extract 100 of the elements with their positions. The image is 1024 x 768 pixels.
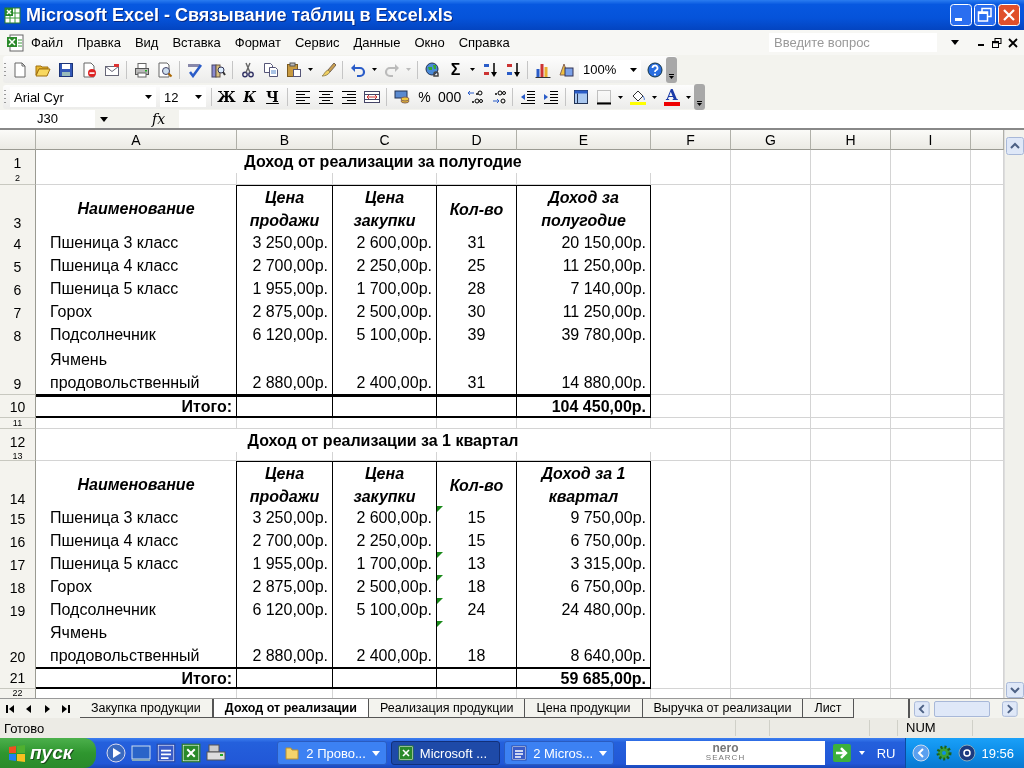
- column-header[interactable]: H: [811, 130, 891, 150]
- percent-button[interactable]: %: [413, 86, 436, 108]
- caret-icon[interactable]: [308, 68, 313, 71]
- language-indicator[interactable]: RU: [876, 745, 896, 761]
- grid-cell[interactable]: [437, 395, 517, 418]
- row-header[interactable]: 20: [0, 621, 36, 667]
- search-field[interactable]: nero SEARCH: [626, 741, 825, 765]
- font-dropdown[interactable]: Arial Cyr: [10, 87, 156, 107]
- start-button[interactable]: пуск: [0, 738, 97, 768]
- decrease-indent-icon[interactable]: [519, 89, 536, 105]
- caret-icon[interactable]: [100, 116, 108, 122]
- scroll-up-icon[interactable]: [1006, 137, 1024, 155]
- restore-icon[interactable]: [992, 37, 1002, 48]
- row-header[interactable]: 9: [0, 346, 36, 395]
- menu-item[interactable]: Справка: [451, 32, 517, 53]
- spreadsheet-icon[interactable]: [181, 743, 202, 763]
- menu-item[interactable]: Данные: [346, 32, 408, 53]
- redo-icon[interactable]: [383, 61, 400, 78]
- restricted-document-icon[interactable]: [80, 61, 97, 78]
- paintbrush-icon[interactable]: [319, 61, 336, 78]
- copy-icon[interactable]: [262, 61, 279, 78]
- sheet-tab[interactable]: Закупка продукции: [80, 699, 213, 718]
- circle-icon[interactable]: [958, 744, 977, 762]
- caret-icon[interactable]: [652, 95, 658, 99]
- globe-icon[interactable]: [424, 61, 441, 78]
- row-header[interactable]: 18: [0, 575, 36, 598]
- column-header[interactable]: E: [517, 130, 651, 150]
- caret-icon[interactable]: [470, 68, 475, 71]
- caret-icon[interactable]: [618, 95, 624, 99]
- last-sheet-icon[interactable]: [60, 703, 70, 714]
- document-icon[interactable]: [156, 743, 177, 763]
- row-header[interactable]: 7: [0, 300, 36, 323]
- printer-icon[interactable]: [206, 743, 227, 763]
- sheet-tab[interactable]: Выручка от реализации: [642, 699, 804, 718]
- row-header[interactable]: 8: [0, 323, 36, 346]
- column-header[interactable]: I: [891, 130, 971, 150]
- grid-cell[interactable]: [333, 395, 437, 418]
- select-all-button[interactable]: [0, 130, 36, 150]
- caret-icon[interactable]: [630, 67, 637, 72]
- menu-item[interactable]: Окно: [407, 32, 452, 53]
- print-preview-icon[interactable]: [156, 61, 173, 78]
- grid-cell[interactable]: [333, 667, 437, 689]
- help-search-field[interactable]: Введите вопрос: [769, 33, 937, 52]
- zoom-dropdown[interactable]: 100%: [579, 59, 641, 80]
- first-sheet-icon[interactable]: [6, 703, 16, 714]
- previous-sheet-icon[interactable]: [24, 703, 34, 714]
- increase-decimal-icon[interactable]: [466, 89, 483, 105]
- menu-item[interactable]: Вставка: [165, 32, 228, 53]
- align-right-icon[interactable]: [340, 89, 357, 105]
- scroll-left-icon[interactable]: [914, 700, 930, 717]
- grid-cell[interactable]: [237, 395, 333, 418]
- spell-check-icon[interactable]: [186, 61, 203, 78]
- envelope-icon[interactable]: [103, 61, 120, 78]
- column-header[interactable]: F: [651, 130, 731, 150]
- increase-indent-icon[interactable]: [542, 89, 559, 105]
- window-icon[interactable]: [572, 89, 589, 105]
- row-header[interactable]: 4: [0, 231, 36, 254]
- thousands-button[interactable]: 000: [436, 86, 464, 108]
- sheet-tab[interactable]: Реализация продукции: [368, 699, 526, 718]
- toolbar-options-icon[interactable]: [694, 84, 706, 110]
- sheet-tab[interactable]: Цена продукции: [525, 699, 643, 718]
- row-header[interactable]: 10: [0, 395, 36, 418]
- go-arrow-icon[interactable]: [832, 744, 851, 762]
- caret-icon[interactable]: [145, 95, 152, 99]
- help-icon[interactable]: [646, 61, 663, 78]
- scroll-down-icon[interactable]: [1006, 682, 1024, 698]
- row-header[interactable]: 19: [0, 598, 36, 621]
- sheet-tab[interactable]: Доход от реализации: [212, 699, 369, 718]
- media-player-icon[interactable]: [106, 743, 127, 763]
- column-header[interactable]: A: [36, 130, 237, 150]
- row-header[interactable]: 15: [0, 506, 36, 529]
- scroll-thumb[interactable]: [933, 700, 991, 717]
- scroll-right-icon[interactable]: [1002, 700, 1018, 717]
- caret-icon[interactable]: [372, 68, 377, 71]
- caret-icon[interactable]: [686, 95, 692, 99]
- book-icon[interactable]: [209, 61, 226, 78]
- name-box[interactable]: J30: [0, 110, 95, 128]
- fill-color-icon[interactable]: [629, 89, 646, 105]
- bold-button[interactable]: Ж: [215, 86, 238, 108]
- row-header[interactable]: 16: [0, 529, 36, 552]
- font-size-dropdown[interactable]: 12: [160, 87, 206, 107]
- caret-icon[interactable]: [195, 95, 202, 99]
- next-sheet-icon[interactable]: [42, 703, 52, 714]
- sort-ascending-icon[interactable]: [481, 61, 498, 78]
- insert-function-button[interactable]: fx: [148, 111, 170, 127]
- column-header[interactable]: D: [437, 130, 517, 150]
- row-header[interactable]: 5: [0, 254, 36, 277]
- shapes-icon[interactable]: [557, 61, 574, 78]
- close-icon[interactable]: [1008, 37, 1018, 48]
- column-header[interactable]: B: [237, 130, 333, 150]
- row-header[interactable]: 17: [0, 552, 36, 575]
- row-header[interactable]: 12: [0, 429, 36, 452]
- row-header[interactable]: 11: [0, 418, 36, 429]
- row-header[interactable]: 2: [0, 173, 36, 185]
- currency-icon[interactable]: [393, 89, 410, 105]
- row-header[interactable]: 3: [0, 185, 36, 231]
- font-color-button[interactable]: A: [660, 86, 684, 108]
- taskbar-button[interactable]: Microsoft ...: [390, 741, 501, 765]
- printer-icon[interactable]: [133, 61, 150, 78]
- column-header[interactable]: G: [731, 130, 811, 150]
